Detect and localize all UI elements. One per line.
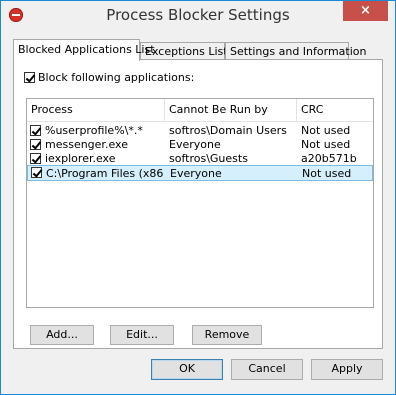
process-cell: messenger.exe [45,138,128,151]
blocked-applications-panel: Block following applications: Process Ca… [13,59,383,349]
blocked-applications-list[interactable]: Process Cannot Be Run by CRC %userprofil… [26,98,374,308]
column-header-run-by[interactable]: Cannot Be Run by [165,99,297,121]
run-by-cell: softros\Guests [169,152,248,165]
block-applications-checkbox[interactable] [24,72,35,83]
run-by-cell: Everyone [169,138,221,151]
remove-button[interactable]: Remove [192,325,262,345]
apply-button[interactable]: Apply [311,359,383,380]
table-row[interactable]: iexplorer.exe softros\Guests a20b571b [27,152,373,165]
run-by-cell: Everyone [170,167,222,180]
crc-cell: Not used [301,124,351,137]
table-row-selected[interactable]: C:\Program Files (x86… Everyone Not used [27,165,373,181]
ok-button[interactable]: OK [151,359,223,380]
list-header: Process Cannot Be Run by CRC [27,99,373,122]
add-button[interactable]: Add... [30,325,94,345]
row-checkbox[interactable] [30,125,41,136]
crc-cell: a20b571b [301,152,357,165]
block-applications-option[interactable]: Block following applications: [24,71,194,84]
tab-blocked-applications[interactable]: Blocked Applications List [13,39,155,61]
process-cell: iexplorer.exe [45,152,116,165]
title-bar[interactable]: Process Blocker Settings × [1,1,395,31]
close-button[interactable]: × [343,1,388,21]
process-cell: C:\Program Files (x86… [46,167,164,180]
cancel-button[interactable]: Cancel [231,359,303,380]
block-applications-label: Block following applications: [38,71,195,84]
tab-settings-information[interactable]: Settings and Information [225,42,366,59]
row-checkbox[interactable] [30,153,41,164]
run-by-cell: softros\Domain Users [169,124,287,137]
column-header-process[interactable]: Process [27,99,165,121]
column-header-crc[interactable]: CRC [297,99,373,121]
table-row[interactable]: messenger.exe Everyone Not used [27,138,373,151]
row-checkbox[interactable] [30,139,41,150]
edit-button[interactable]: Edit... [110,325,174,345]
crc-cell: Not used [301,138,351,151]
settings-window: Process Blocker Settings × Blocked Appli… [0,0,396,395]
row-checkbox[interactable] [31,167,42,178]
table-row[interactable]: %userprofile%\*.* softros\Domain Users N… [27,124,373,137]
process-cell: %userprofile%\*.* [45,124,143,137]
crc-cell: Not used [302,167,352,180]
window-title: Process Blocker Settings [106,6,290,24]
